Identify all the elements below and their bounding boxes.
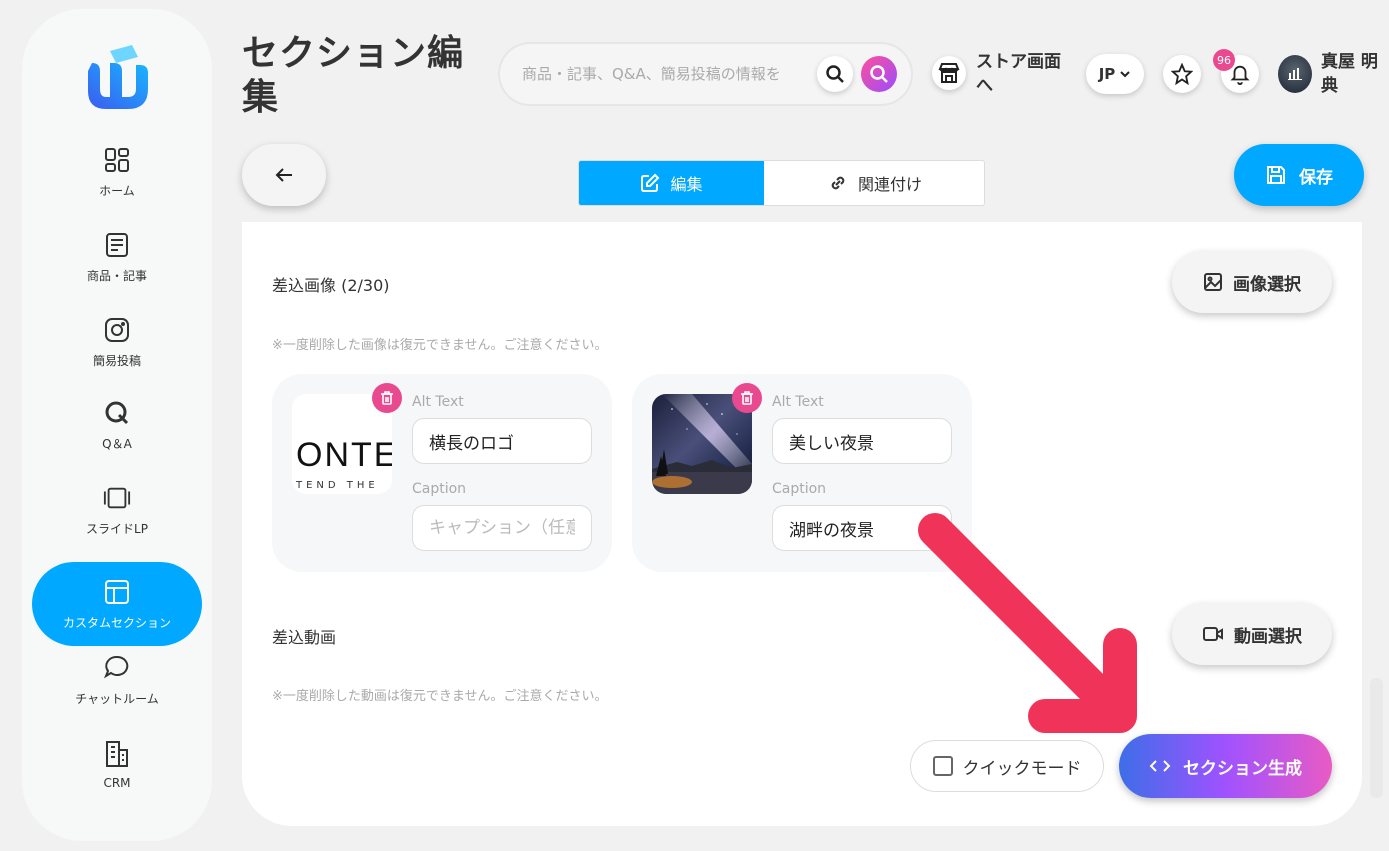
search-button[interactable]: [817, 56, 853, 92]
tab-bar: 編集 関連付け: [578, 160, 985, 206]
trash-icon: [381, 391, 393, 405]
images-note: ※一度削除した画像は復元できません。ご注意ください。: [272, 338, 608, 353]
search-icon: [870, 65, 888, 83]
qa-icon: [103, 399, 131, 427]
store-link[interactable]: ストア画面へ: [976, 50, 1076, 98]
user-name[interactable]: 真屋 明典: [1321, 50, 1383, 98]
alt-text-input[interactable]: [772, 418, 952, 464]
edit-icon: [641, 173, 660, 192]
select-video-button[interactable]: 動画選択: [1172, 603, 1332, 665]
app-logo-icon[interactable]: [82, 43, 154, 115]
videos-note: ※一度削除した動画は復元できません。ご注意ください。: [272, 689, 608, 704]
ai-search-button[interactable]: [861, 56, 897, 92]
search-icon: [826, 65, 844, 83]
tab-label: 関連付け: [857, 175, 922, 194]
tab-edit[interactable]: 編集: [579, 161, 764, 205]
image-item: ONTE TEND THE Alt Text Caption: [272, 374, 612, 572]
slides-icon: [103, 484, 131, 512]
delete-image-button[interactable]: [732, 383, 762, 413]
logo-subtext: TEND THE: [296, 480, 379, 491]
image-icon: [1204, 273, 1222, 291]
avatar-image-icon: [1288, 68, 1302, 80]
arrow-left-icon: [275, 168, 292, 182]
sidebar-item-custom-section[interactable]: カスタムセクション: [32, 562, 202, 646]
sidebar-item-label: カスタムセクション: [62, 615, 171, 630]
building-icon: [103, 740, 131, 768]
sidebar-item-slide-lp[interactable]: スライドLP: [32, 468, 202, 552]
save-icon: [1267, 166, 1285, 184]
video-camera-icon: [1203, 627, 1223, 641]
delete-image-button[interactable]: [372, 383, 402, 413]
select-image-button[interactable]: 画像選択: [1172, 251, 1332, 313]
alt-text-label: Alt Text: [412, 394, 464, 410]
chat-icon: [103, 654, 131, 682]
caption-label: Caption: [412, 481, 467, 497]
store-icon: [938, 63, 960, 83]
sidebar-item-label: Q＆A: [102, 436, 132, 451]
chevron-down-icon: [1120, 71, 1130, 78]
layout-icon: [103, 578, 131, 606]
document-icon: [103, 231, 131, 259]
sidebar-item-label: 商品・記事: [86, 268, 147, 283]
link-icon: [831, 176, 845, 190]
language-value: JP: [1098, 65, 1116, 83]
sidebar-item-qa[interactable]: Q＆A: [32, 383, 202, 467]
videos-section-title: 差込動画: [272, 628, 337, 647]
select-image-label: 画像選択: [1233, 274, 1301, 295]
annotation-arrow-icon: [918, 513, 1137, 733]
caption-label: Caption: [772, 481, 827, 497]
code-icon: [1149, 760, 1171, 772]
page-title: セクション編集: [242, 33, 465, 118]
sidebar-item-label: チャットルーム: [75, 691, 159, 706]
select-video-label: 動画選択: [1234, 626, 1302, 647]
sidebar-item-chat-room[interactable]: チャットルーム: [32, 638, 202, 722]
sidebar-item-label: CRM: [103, 776, 131, 790]
back-button[interactable]: [242, 144, 326, 206]
notification-badge: 96: [1213, 49, 1235, 71]
favorites-button[interactable]: [1163, 55, 1201, 93]
sidebar-item-posts[interactable]: 簡易投稿: [32, 300, 202, 384]
trash-icon: [741, 391, 753, 405]
logo-text: ONTE: [296, 436, 392, 474]
sidebar-item-home[interactable]: ホーム: [32, 130, 202, 214]
alt-text-input[interactable]: [412, 418, 592, 464]
store-button[interactable]: [932, 56, 966, 90]
save-label: 保存: [1299, 167, 1333, 188]
language-select[interactable]: JP: [1086, 54, 1144, 94]
sidebar-item-label: スライドLP: [86, 521, 148, 536]
home-grid-icon: [103, 146, 131, 174]
avatar[interactable]: [1278, 55, 1312, 93]
instagram-icon: [103, 316, 131, 344]
sidebar-item-label: 簡易投稿: [92, 353, 141, 368]
star-icon: [1171, 63, 1193, 85]
alt-text-label: Alt Text: [772, 394, 824, 410]
tab-link[interactable]: 関連付け: [764, 161, 984, 205]
tab-label: 編集: [670, 175, 703, 194]
save-button[interactable]: 保存: [1234, 144, 1364, 206]
caption-input[interactable]: [412, 505, 592, 551]
scrollbar-thumb[interactable]: [1370, 678, 1383, 798]
search-input[interactable]: [522, 62, 812, 86]
sidebar-item-crm[interactable]: CRM: [32, 723, 202, 807]
images-section-title: 差込画像 (2/30): [272, 276, 390, 295]
sidebar-item-products[interactable]: 商品・記事: [32, 215, 202, 299]
sidebar: ホーム 商品・記事 簡易投稿 Q＆A スライドLP カスタムセクション チャット…: [22, 9, 212, 841]
generate-section-label: セクション生成: [1183, 758, 1302, 779]
sidebar-item-label: ホーム: [99, 183, 135, 198]
